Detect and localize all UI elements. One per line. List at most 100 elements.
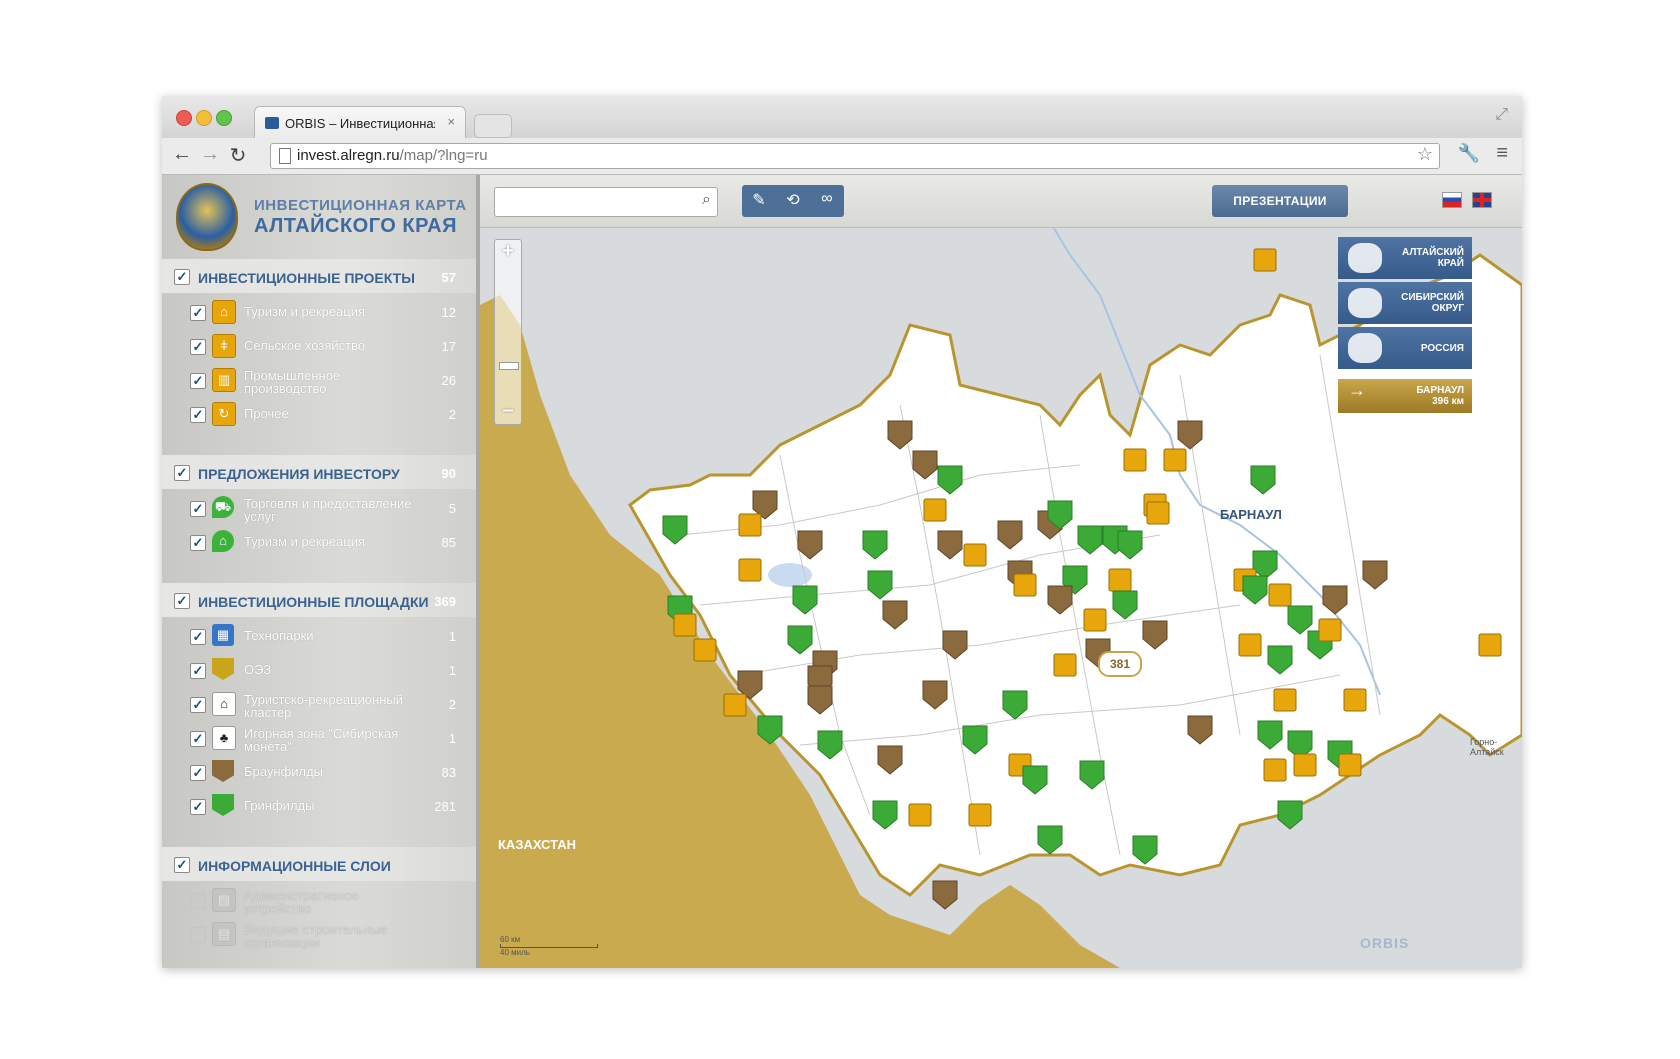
layer-checkbox[interactable]: ✓: [190, 535, 206, 551]
cluster-badge[interactable]: 381: [1098, 651, 1142, 677]
project-marker[interactable]: [673, 613, 697, 637]
presentations-button[interactable]: ПРЕЗЕНТАЦИИ: [1212, 185, 1348, 217]
region-button-altai[interactable]: АЛТАЙСКИЙ КРАЙ: [1338, 237, 1472, 279]
zoom-slider-handle[interactable]: [499, 362, 519, 370]
layer-checkbox[interactable]: ✓: [190, 373, 206, 389]
close-window-button[interactable]: [176, 110, 192, 126]
region-button-russia[interactable]: РОССИЯ: [1338, 327, 1472, 369]
english-flag-icon[interactable]: [1472, 192, 1492, 208]
layer-item-other[interactable]: ✓ ↻ Прочее 2: [162, 399, 476, 429]
layer-item-trade[interactable]: ✓ ⛟ Торговля и предоставление услуг 5: [162, 493, 476, 523]
project-marker[interactable]: [1478, 633, 1502, 657]
ruler-icon[interactable]: ✎: [744, 190, 774, 210]
zoom-window-button[interactable]: [216, 110, 232, 126]
layer-item-tourist-cluster[interactable]: ✓ ⌂ Туристско-рекреационный кластер 2: [162, 689, 476, 719]
menu-icon[interactable]: ≡: [1496, 142, 1508, 165]
forward-icon[interactable]: →: [198, 143, 222, 166]
region-label: СИБИРСКИЙ ОКРУГ: [1401, 292, 1464, 314]
project-marker[interactable]: [968, 803, 992, 827]
project-marker[interactable]: [1253, 248, 1277, 272]
project-marker[interactable]: [1053, 653, 1077, 677]
layer-item-construction[interactable]: ▤ Ведущие строительные организации: [162, 919, 476, 949]
layer-item-industry[interactable]: ✓ ▥ Промышленное производство 26: [162, 365, 476, 395]
layer-item-brownfields[interactable]: ✓ Браунфилды 83: [162, 757, 476, 787]
link-icon[interactable]: ∞: [812, 190, 842, 208]
project-marker[interactable]: [1108, 568, 1132, 592]
layer-checkbox[interactable]: ✓: [190, 501, 206, 517]
layer-checkbox[interactable]: ✓: [190, 663, 206, 679]
address-bar[interactable]: invest.alregn.ru/map/?lng=ru ☆: [270, 143, 1440, 169]
reload-icon[interactable]: ↻: [226, 143, 250, 168]
layer-item-technoparks[interactable]: ✓ ▦ Технопарки 1: [162, 621, 476, 651]
layer-label: Игорная зона "Сибирская монета": [244, 726, 399, 754]
layer-checkbox[interactable]: ✓: [190, 765, 206, 781]
map-view[interactable]: ⌕ ✎ ⟲ ∞ ПРЕЗЕНТАЦИИ + – АЛТАЙСКИЙ КРАЙ С…: [480, 175, 1522, 968]
project-marker[interactable]: [738, 558, 762, 582]
project-marker[interactable]: [723, 693, 747, 717]
layer-label: Административное устройство: [244, 888, 360, 916]
project-marker[interactable]: [1318, 618, 1342, 642]
project-marker[interactable]: [1083, 608, 1107, 632]
route-icon[interactable]: ⟲: [778, 190, 808, 210]
bookmark-star-icon[interactable]: ☆: [1417, 144, 1433, 165]
layer-item-admin[interactable]: ▨ Административное устройство: [162, 885, 476, 915]
layer-checkbox[interactable]: ✓: [190, 799, 206, 815]
project-marker[interactable]: [1163, 448, 1187, 472]
russian-flag-icon[interactable]: [1442, 192, 1462, 208]
layer-checkbox[interactable]: ✓: [190, 731, 206, 747]
project-marker[interactable]: [963, 543, 987, 567]
project-marker[interactable]: [1238, 633, 1262, 657]
project-marker[interactable]: [1268, 583, 1292, 607]
layer-checkbox[interactable]: [190, 893, 206, 909]
section-invest-projects[interactable]: ✓ ИНВЕСТИЦИОННЫЕ ПРОЕКТЫ 57: [162, 259, 476, 293]
layer-checkbox[interactable]: ✓: [190, 629, 206, 645]
section-invest-sites[interactable]: ✓ ИНВЕСТИЦИОННЫЕ ПЛОЩАДКИ 369: [162, 583, 476, 617]
layer-item-tourism-offers[interactable]: ✓ ⌂ Туризм и рекреация 85: [162, 527, 476, 557]
project-marker[interactable]: [1123, 448, 1147, 472]
search-input[interactable]: ⌕: [494, 187, 718, 217]
wrench-icon[interactable]: 🔧: [1458, 143, 1480, 164]
section-investor-offers[interactable]: ✓ ПРЕДЛОЖЕНИЯ ИНВЕСТОРУ 90: [162, 455, 476, 489]
distance-indicator[interactable]: → БАРНАУЛ 396 км: [1338, 379, 1472, 413]
minimize-window-button[interactable]: [196, 110, 212, 126]
section-checkbox[interactable]: ✓: [174, 857, 190, 873]
project-marker[interactable]: [1293, 753, 1317, 777]
map-toolbar: ⌕ ✎ ⟲ ∞ ПРЕЗЕНТАЦИИ: [480, 175, 1522, 228]
section-checkbox[interactable]: ✓: [174, 269, 190, 285]
section-checkbox[interactable]: ✓: [174, 465, 190, 481]
project-marker[interactable]: [738, 513, 762, 537]
new-tab-button[interactable]: [474, 114, 512, 138]
layer-item-agriculture[interactable]: ✓ ǂ Сельское хозяйство 17: [162, 331, 476, 361]
zoom-in-button[interactable]: +: [495, 240, 521, 263]
layer-checkbox[interactable]: ✓: [190, 305, 206, 321]
layer-item-sez[interactable]: ✓ ОЭЗ 1: [162, 655, 476, 685]
lake-kulunda: [768, 563, 812, 587]
back-icon[interactable]: ←: [170, 143, 194, 166]
project-marker[interactable]: [1338, 753, 1362, 777]
layer-checkbox[interactable]: [190, 927, 206, 943]
layer-checkbox[interactable]: ✓: [190, 697, 206, 713]
region-button-siberia[interactable]: СИБИРСКИЙ ОКРУГ: [1338, 282, 1472, 324]
project-marker[interactable]: [1343, 688, 1367, 712]
layer-checkbox[interactable]: ✓: [190, 407, 206, 423]
tab-close-icon[interactable]: ×: [447, 114, 455, 129]
layer-item-gaming-zone[interactable]: ✓ ♣ Игорная зона "Сибирская монета" 1: [162, 723, 476, 753]
layer-label: Промышленное производство: [244, 368, 341, 396]
section-info-layers[interactable]: ✓ ИНФОРМАЦИОННЫЕ СЛОИ: [162, 847, 476, 881]
project-marker[interactable]: [1263, 758, 1287, 782]
browser-tab[interactable]: ORBIS – Инвестиционная ×: [254, 106, 466, 139]
layer-checkbox[interactable]: ✓: [190, 339, 206, 355]
project-marker[interactable]: [908, 803, 932, 827]
search-icon[interactable]: ⌕: [702, 191, 711, 209]
project-marker[interactable]: [693, 638, 717, 662]
project-marker[interactable]: [1013, 573, 1037, 597]
project-marker[interactable]: [1273, 688, 1297, 712]
zoom-out-button[interactable]: –: [495, 399, 521, 422]
wheat-icon: ǂ: [212, 334, 236, 358]
layer-item-tourism[interactable]: ✓ ⌂ Туризм и рекреация 12: [162, 297, 476, 327]
section-checkbox[interactable]: ✓: [174, 593, 190, 609]
layer-item-greenfields[interactable]: ✓ Гринфилды 281: [162, 791, 476, 821]
project-marker[interactable]: [923, 498, 947, 522]
fullscreen-icon[interactable]: ⤢: [1495, 106, 1508, 124]
project-marker[interactable]: [1146, 501, 1170, 525]
